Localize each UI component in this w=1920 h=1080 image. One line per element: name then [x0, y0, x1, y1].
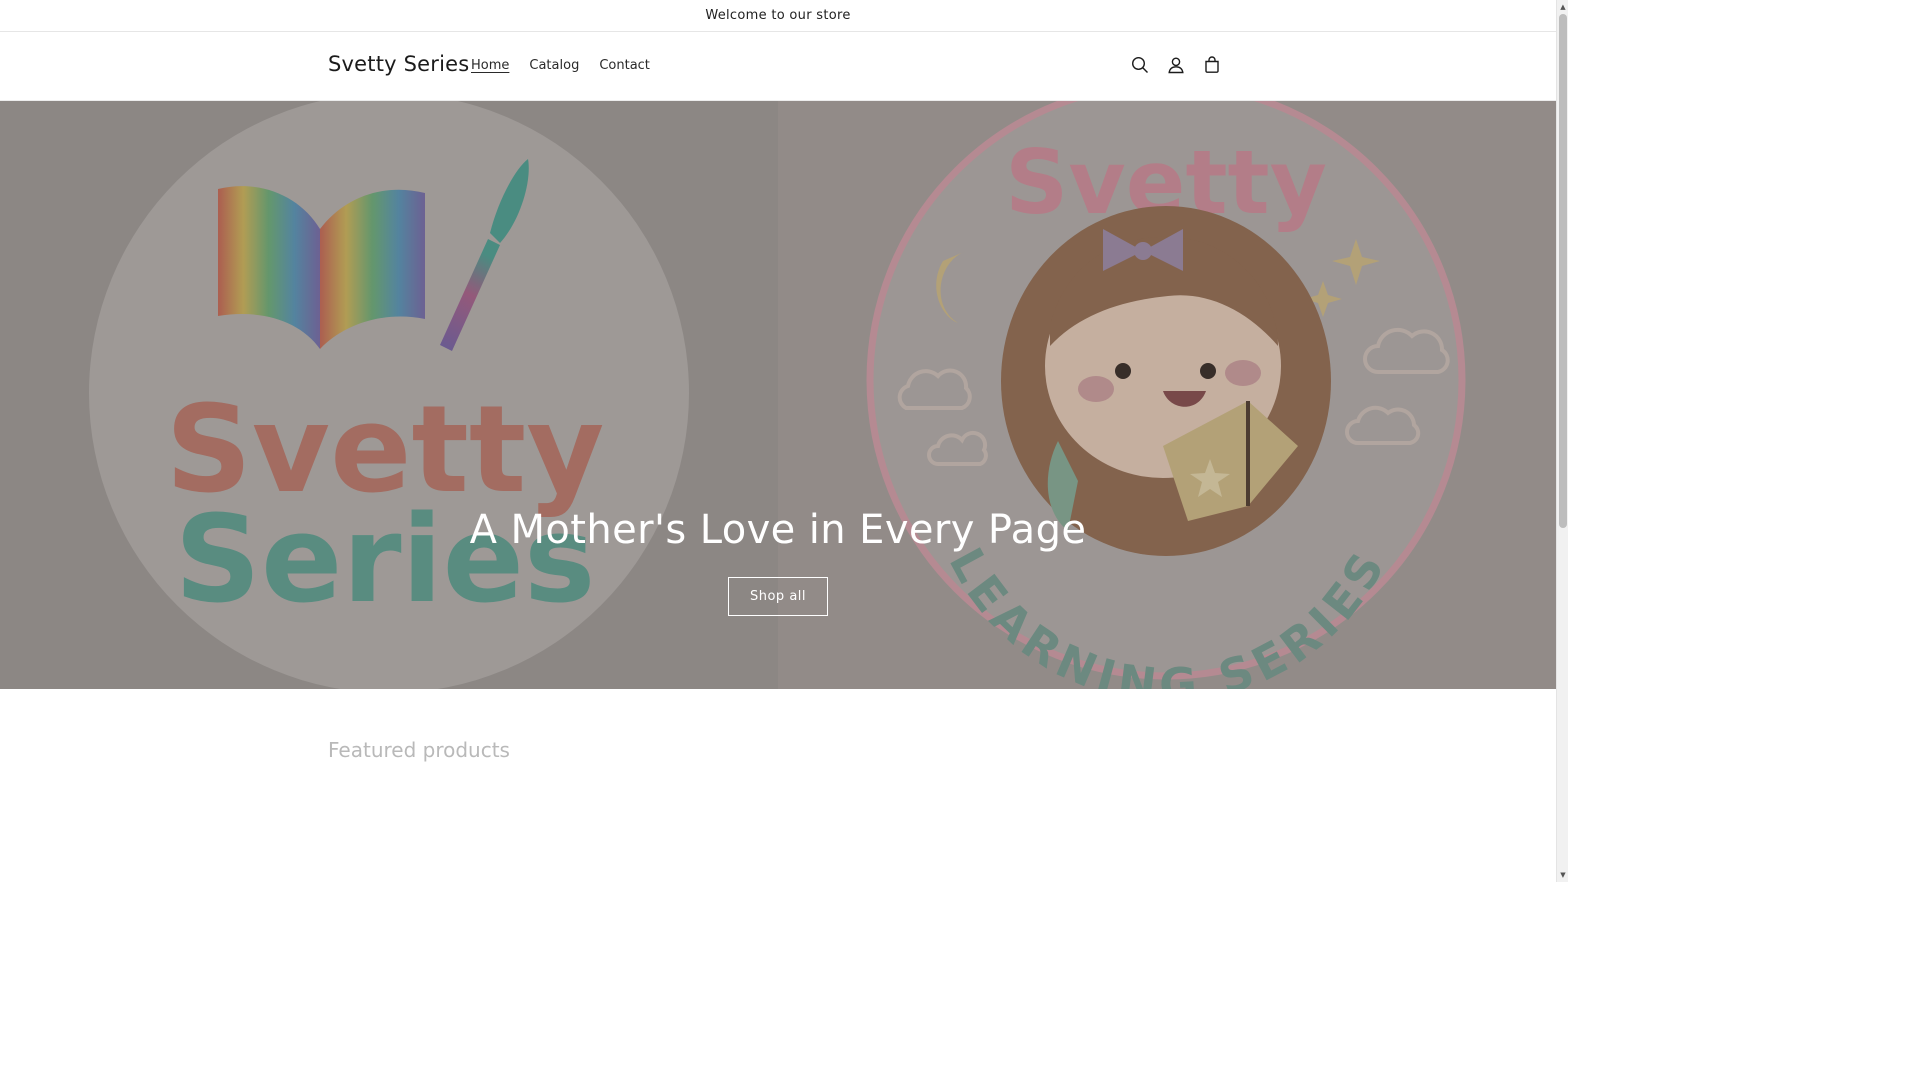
store-logo[interactable]: Svetty Series — [328, 52, 469, 76]
cart-icon — [1205, 56, 1219, 73]
account-icon — [1168, 57, 1184, 74]
hero-title: A Mother's Love in Every Page — [469, 507, 1087, 553]
shop-all-button[interactable]: Shop all — [728, 577, 828, 616]
account-button[interactable] — [1158, 47, 1194, 83]
vertical-scrollbar[interactable]: ▲ ▼ — [1556, 0, 1568, 882]
cart-button[interactable] — [1194, 47, 1230, 83]
scrollbar-thumb[interactable] — [1559, 14, 1567, 528]
announcement-bar: Welcome to our store — [0, 0, 1556, 32]
hero-banner: Svetty Series Svetty LEARNING SERIES A M… — [0, 101, 1556, 689]
nav-contact[interactable]: Contact — [589, 56, 660, 75]
search-icon — [1131, 56, 1148, 73]
search-button[interactable] — [1122, 47, 1158, 83]
nav-catalog[interactable]: Catalog — [519, 56, 589, 75]
main-nav: Home Catalog Contact — [461, 56, 660, 75]
nav-home[interactable]: Home — [461, 56, 519, 75]
announcement-text: Welcome to our store — [705, 8, 851, 23]
featured-products-title: Featured products — [328, 738, 510, 762]
page: Welcome to our store Svetty Series Home … — [0, 0, 1556, 882]
header-icons — [1122, 47, 1230, 83]
scroll-up-icon[interactable]: ▲ — [1557, 0, 1569, 14]
site-header: Svetty Series Home Catalog Contact — [0, 32, 1556, 101]
scroll-down-icon[interactable]: ▼ — [1557, 868, 1569, 882]
